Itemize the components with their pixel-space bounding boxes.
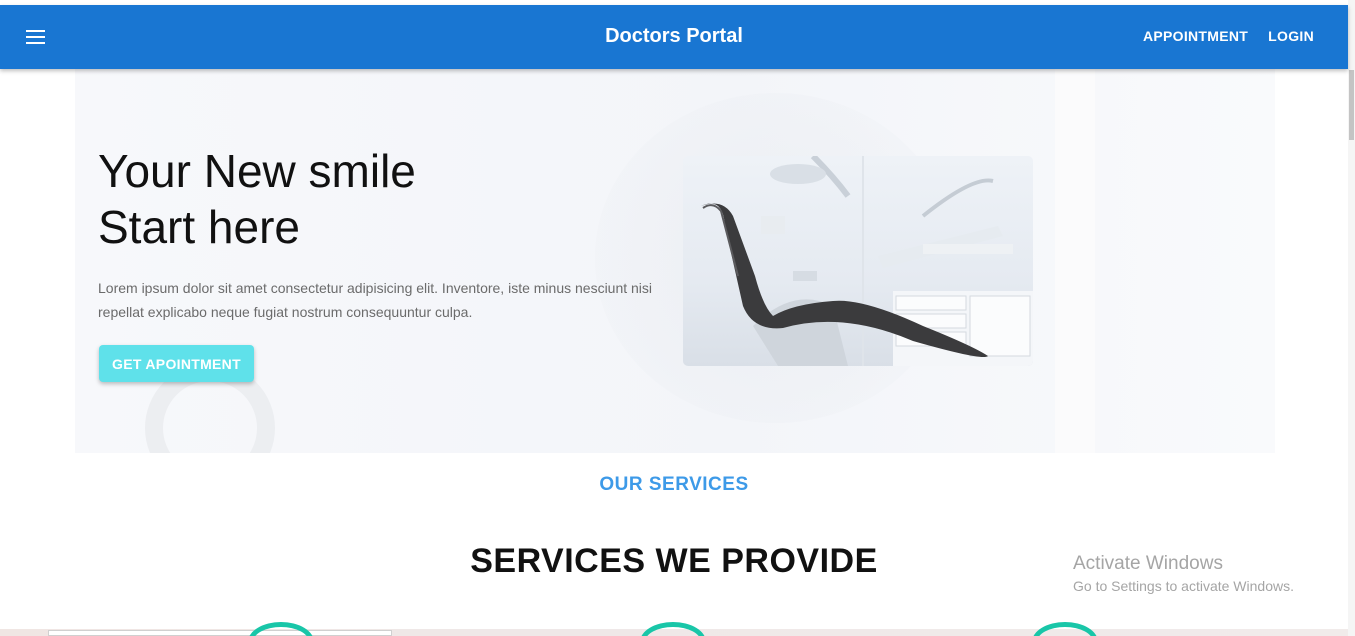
bottom-card-edge xyxy=(48,630,392,636)
page: Doctors Portal APPOINTMENT LOGIN Your Ne… xyxy=(0,0,1355,636)
nav-login-link[interactable]: LOGIN xyxy=(1268,28,1314,44)
service-3-icon xyxy=(1032,622,1098,636)
dental-chair-image xyxy=(683,156,1033,366)
scrollbar-thumb[interactable] xyxy=(1349,70,1354,140)
top-nav: APPOINTMENT LOGIN xyxy=(1143,28,1314,44)
service-2-icon xyxy=(640,622,706,636)
nav-appointment-link[interactable]: APPOINTMENT xyxy=(1143,28,1248,44)
hero-title: Your New smile Start here xyxy=(98,143,416,255)
hero-description: Lorem ipsum dolor sit amet consectetur a… xyxy=(98,280,653,320)
activate-windows-subtitle: Go to Settings to activate Windows. xyxy=(1073,578,1294,594)
activate-windows-title: Activate Windows xyxy=(1073,553,1223,574)
services-overline: OUR SERVICES xyxy=(599,474,749,495)
service-1-icon xyxy=(248,622,314,636)
page-scrollbar[interactable] xyxy=(1348,0,1355,636)
hero-title-line1: Your New smile xyxy=(98,145,416,197)
get-appointment-button[interactable]: GET APOINTMENT xyxy=(99,345,254,382)
app-bar: Doctors Portal APPOINTMENT LOGIN xyxy=(0,5,1348,69)
hero-title-line2: Start here xyxy=(98,201,300,253)
